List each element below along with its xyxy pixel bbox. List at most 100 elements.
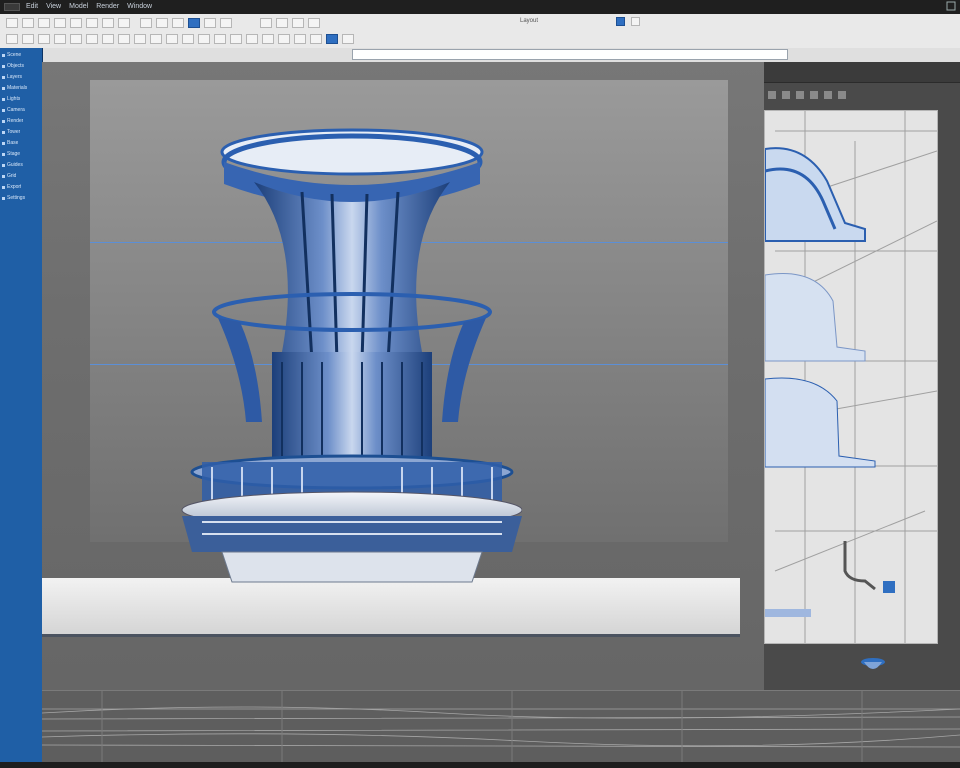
tool-button[interactable] xyxy=(70,34,82,44)
3d-viewport[interactable] xyxy=(42,62,764,690)
settings-icon[interactable] xyxy=(631,17,640,26)
pin-icon[interactable] xyxy=(858,656,888,674)
outliner-item[interactable]: Export xyxy=(2,183,40,191)
outliner-item[interactable]: Base xyxy=(2,139,40,147)
bullet-icon xyxy=(2,86,5,90)
tool-button[interactable] xyxy=(230,34,242,44)
ribbon-group-render xyxy=(260,18,320,28)
tool-button[interactable] xyxy=(118,34,130,44)
outliner-item[interactable]: Guides xyxy=(2,161,40,169)
bullet-icon xyxy=(2,119,5,123)
menu-item[interactable]: Model xyxy=(69,3,88,10)
tool-button[interactable] xyxy=(38,34,50,44)
outliner-item[interactable]: Lights xyxy=(2,95,40,103)
tool-button[interactable] xyxy=(262,34,274,44)
panel-header xyxy=(764,62,960,83)
menu-item[interactable]: View xyxy=(46,3,61,10)
tool-button[interactable] xyxy=(204,18,216,28)
properties-panel xyxy=(764,62,960,690)
outliner-item[interactable]: Tower xyxy=(2,128,40,136)
bullet-icon xyxy=(2,130,5,134)
tool-button[interactable] xyxy=(102,18,114,28)
window-controls-icon[interactable] xyxy=(946,1,956,11)
tool-button[interactable] xyxy=(134,34,146,44)
bullet-icon xyxy=(2,108,5,112)
outliner-item[interactable]: Objects xyxy=(2,62,40,70)
bullet-icon xyxy=(2,152,5,156)
tool-button[interactable] xyxy=(276,18,288,28)
blueprint-drawing xyxy=(765,111,937,643)
panel-toolstrip xyxy=(764,84,960,106)
tool-button[interactable] xyxy=(54,34,66,44)
ribbon-group-lower xyxy=(6,34,354,44)
tool-button[interactable] xyxy=(118,18,130,28)
tool-button[interactable] xyxy=(22,34,34,44)
outliner-item[interactable]: Layers xyxy=(2,73,40,81)
tool-button[interactable] xyxy=(214,34,226,44)
bullet-icon xyxy=(2,75,5,79)
menu-item[interactable]: Render xyxy=(96,3,119,10)
tool-button[interactable] xyxy=(278,34,290,44)
tool-button[interactable] xyxy=(172,18,184,28)
layout-select[interactable]: Layout xyxy=(520,18,610,24)
tower-model[interactable] xyxy=(162,122,522,602)
tool-button[interactable] xyxy=(6,34,18,44)
tool-button[interactable] xyxy=(150,34,162,44)
bullet-icon xyxy=(2,163,5,167)
tool-button[interactable] xyxy=(182,34,194,44)
tool-button[interactable] xyxy=(22,18,34,28)
tool-button[interactable] xyxy=(86,18,98,28)
drawing-sheet[interactable] xyxy=(764,110,938,644)
title-bar: Edit View Model Render Window xyxy=(0,0,960,14)
app-window: Edit View Model Render Window Layout Sce… xyxy=(0,0,960,768)
panel-tool-icon[interactable] xyxy=(796,91,804,99)
menu-strip: Edit View Model Render Window xyxy=(26,3,152,10)
outliner-item[interactable]: Settings xyxy=(2,194,40,202)
outliner-item[interactable]: Camera xyxy=(2,106,40,114)
tool-button[interactable] xyxy=(102,34,114,44)
tool-button[interactable] xyxy=(156,18,168,28)
ribbon-group-edit xyxy=(6,18,130,28)
panel-tool-icon[interactable] xyxy=(768,91,776,99)
panel-tool-icon[interactable] xyxy=(824,91,832,99)
tool-button[interactable] xyxy=(198,34,210,44)
outliner-item[interactable]: Scene xyxy=(2,51,40,59)
bullet-icon xyxy=(2,97,5,101)
view-icon[interactable] xyxy=(616,17,625,26)
tool-button[interactable] xyxy=(220,18,232,28)
panel-tool-icon[interactable] xyxy=(838,91,846,99)
active-tool-button[interactable] xyxy=(326,34,338,44)
tool-button[interactable] xyxy=(310,34,322,44)
active-tool-button[interactable] xyxy=(188,18,200,28)
ribbon-group-model xyxy=(140,18,232,28)
app-menu-icon[interactable] xyxy=(4,3,20,11)
tool-button[interactable] xyxy=(54,18,66,28)
tool-button[interactable] xyxy=(308,18,320,28)
tool-button[interactable] xyxy=(6,18,18,28)
outliner-item[interactable]: Materials xyxy=(2,84,40,92)
menu-item[interactable]: Window xyxy=(127,3,152,10)
tool-button[interactable] xyxy=(260,18,272,28)
status-bar xyxy=(0,762,960,768)
outliner-item[interactable]: Grid xyxy=(2,172,40,180)
tool-button[interactable] xyxy=(38,18,50,28)
tool-button[interactable] xyxy=(140,18,152,28)
outliner-item[interactable]: Stage xyxy=(2,150,40,158)
outliner-item[interactable]: Render xyxy=(2,117,40,125)
panel-tool-icon[interactable] xyxy=(782,91,790,99)
timeline-panel[interactable] xyxy=(41,690,960,763)
panel-tool-icon[interactable] xyxy=(810,91,818,99)
bullet-icon xyxy=(2,174,5,178)
scene-outliner: Scene Objects Layers Materials Lights Ca… xyxy=(0,48,43,763)
tool-button[interactable] xyxy=(292,18,304,28)
tool-button[interactable] xyxy=(166,34,178,44)
viewport-path-field[interactable] xyxy=(352,49,788,60)
bullet-icon xyxy=(2,196,5,200)
view-buttons xyxy=(616,17,640,26)
tool-button[interactable] xyxy=(70,18,82,28)
tool-button[interactable] xyxy=(342,34,354,44)
menu-item[interactable]: Edit xyxy=(26,3,38,10)
tool-button[interactable] xyxy=(86,34,98,44)
tool-button[interactable] xyxy=(294,34,306,44)
tool-button[interactable] xyxy=(246,34,258,44)
